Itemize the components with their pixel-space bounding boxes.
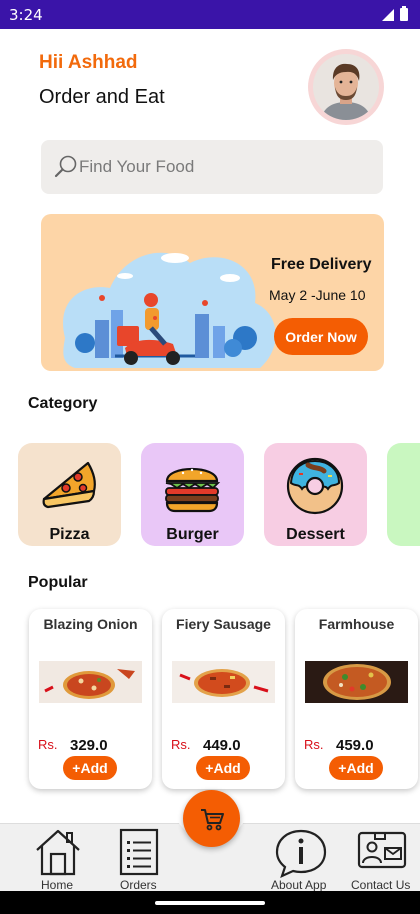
banner-title: Free Delivery [271,256,372,273]
popular-title: Popular [28,574,88,591]
status-bar: 3:24 [0,0,420,29]
add-button[interactable]: +Add [329,756,383,780]
greeting-text: Hii Ashhad [39,52,138,73]
avatar-photo [313,54,379,120]
food-image [305,661,408,703]
nav-label: Home [41,878,74,892]
pizza-icon [42,461,96,509]
category-card-partial[interactable] [387,443,420,546]
battery-icon [400,6,408,21]
search-icon [54,155,77,178]
category-card-pizza[interactable]: Pizza [18,443,121,546]
system-navigation-bar [0,891,420,914]
price-currency: Rs. [304,737,324,752]
category-card-burger[interactable]: Burger [141,443,244,546]
delivery-illustration [63,252,276,368]
banner-date: May 2 -June 10 [269,287,366,303]
nav-label: Contact Us [351,878,411,892]
order-now-button[interactable]: Order Now [274,318,368,355]
add-button[interactable]: +Add [196,756,250,780]
cart-icon [200,808,224,830]
subtitle-text: Order and Eat [39,86,165,108]
food-card-fiery-sausage[interactable]: Fiery Sausage Rs. 449.0 +Add [162,609,285,789]
contact-card-icon [357,831,407,869]
nav-item-contact-us[interactable]: Contact Us [349,824,415,892]
category-label: Dessert [286,526,345,543]
nav-label: Orders [120,878,157,892]
price-currency: Rs. [38,737,58,752]
category-label: Burger [166,526,219,543]
food-image [172,661,275,703]
food-name: Blazing Onion [43,616,138,632]
orders-icon [119,828,159,876]
search-bar[interactable] [41,140,383,194]
cart-fab-button[interactable] [183,790,240,847]
food-name: Fiery Sausage [176,616,271,632]
donut-icon [286,457,344,515]
add-button[interactable]: +Add [63,756,117,780]
search-input[interactable] [79,157,359,177]
food-card-farmhouse[interactable]: Farmhouse Rs. 459.0 +Add [295,609,418,789]
food-name: Farmhouse [318,616,395,632]
app-screen: 3:24 Hii Ashhad Order and Eat Find Your … [0,0,420,914]
price-value: 459.0 [336,737,374,754]
signal-icon [382,8,394,21]
home-icon [36,829,80,876]
category-card-dessert[interactable]: Dessert [264,443,367,546]
avatar[interactable] [308,49,384,125]
category-title: Category [28,395,98,412]
nav-label: About App [271,878,327,892]
category-label: Pizza [49,526,90,543]
burger-icon [165,467,221,513]
food-card-blazing-onion[interactable]: Blazing Onion Rs. 329.0 +Add [29,609,152,789]
price-value: 329.0 [70,737,108,754]
nav-item-orders[interactable]: Orders [116,824,162,892]
nav-item-home[interactable]: Home [30,824,86,892]
promo-banner[interactable]: Free Delivery May 2 -June 10 Order Now [41,214,384,371]
status-time: 3:24 [9,5,43,24]
price-value: 449.0 [203,737,241,754]
nav-item-about-app[interactable]: About App [270,824,332,892]
status-icons [382,6,408,21]
info-icon [275,829,327,878]
home-indicator[interactable] [155,901,265,905]
food-image [39,661,142,703]
price-currency: Rs. [171,737,191,752]
